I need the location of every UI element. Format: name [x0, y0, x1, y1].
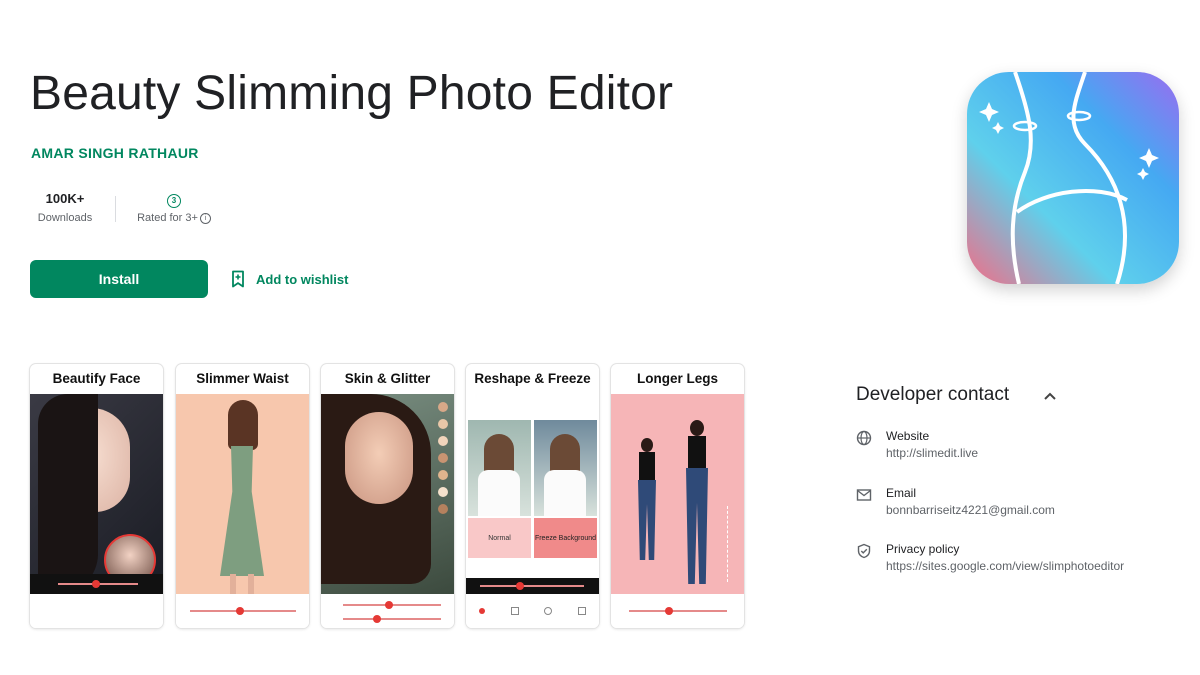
bottom-toolbar — [466, 594, 599, 628]
color-swatches — [438, 402, 448, 542]
bookmark-icon — [232, 270, 244, 288]
content-rating-label: Rated for 3+ — [137, 212, 198, 224]
screenshot-slimmer-waist[interactable]: Slimmer Waist — [176, 364, 309, 628]
add-to-wishlist-button[interactable]: Add to wishlist — [230, 268, 348, 290]
screenshot-reshape-freeze[interactable]: Reshape & Freeze Normal Freeze Backgroun… — [466, 364, 599, 628]
privacy-policy-label: Privacy policy — [886, 542, 960, 556]
privacy-policy-row[interactable]: Privacy policy https://sites.google.com/… — [856, 542, 1186, 573]
slider-knob[interactable] — [665, 607, 673, 615]
website-label: Website — [886, 429, 930, 443]
screenshot-caption: Skin & Glitter — [344, 371, 431, 386]
slider-knob[interactable] — [385, 601, 393, 609]
website-row[interactable]: Website http://slimedit.live — [856, 429, 1186, 460]
slider-knob[interactable] — [92, 580, 100, 588]
slider-knob[interactable] — [373, 615, 381, 623]
slider-knob[interactable] — [236, 607, 244, 615]
app-title: Beauty Slimming Photo Editor — [30, 67, 674, 120]
face-illustration — [345, 412, 413, 504]
wishlist-label: Add to wishlist — [256, 271, 349, 287]
screenshot-longer-legs[interactable]: Longer Legs — [611, 364, 744, 628]
downloads-stat: 100K+ Downloads — [30, 190, 100, 224]
app-icon — [967, 72, 1179, 284]
screenshot-caption: Longer Legs — [636, 371, 718, 386]
slider-knob[interactable] — [516, 582, 524, 590]
length-guide — [727, 506, 728, 582]
downloads-value: 100K+ — [45, 191, 85, 206]
freeze-panel-label: Freeze Background — [534, 518, 597, 558]
mail-icon — [856, 489, 872, 501]
figure-before — [635, 438, 659, 568]
website-value: http://slimedit.live — [886, 446, 979, 460]
stat-divider — [115, 196, 116, 222]
globe-icon — [856, 430, 872, 446]
screenshot-skin-glitter[interactable]: Skin & Glitter — [321, 364, 454, 628]
email-label: Email — [886, 486, 917, 500]
screenshot-caption: Slimmer Waist — [196, 371, 289, 386]
normal-panel-label: Normal — [468, 518, 531, 558]
email-row[interactable]: Email bonnbarriseitz4221@gmail.com — [856, 486, 1186, 517]
dress-illustration — [220, 446, 264, 576]
figure-after — [683, 420, 711, 590]
downloads-label: Downloads — [37, 212, 93, 224]
screenshot-beautify-face[interactable]: Beautify Face — [30, 364, 163, 628]
screenshot-caption: Reshape & Freeze — [474, 371, 591, 386]
developer-contact-heading: Developer contact — [856, 384, 1010, 405]
email-value: bonnbarriseitz4221@gmail.com — [886, 503, 1055, 517]
info-icon[interactable]: i — [199, 213, 211, 224]
privacy-policy-value: https://sites.google.com/view/slimphotoe… — [886, 559, 1125, 573]
developer-link[interactable]: AMAR SINGH RATHAUR — [31, 145, 199, 161]
content-rating-stat: 3 Rated for 3+ i — [128, 190, 220, 224]
screenshot-caption: Beautify Face — [52, 371, 141, 386]
chevron-up-icon[interactable] — [1040, 386, 1060, 406]
content-rating-badge: 3 — [167, 194, 181, 208]
install-button[interactable]: Install — [30, 260, 208, 298]
shield-icon — [857, 543, 871, 559]
